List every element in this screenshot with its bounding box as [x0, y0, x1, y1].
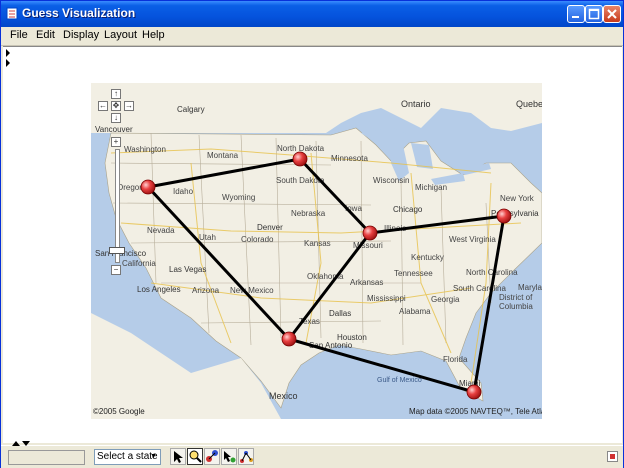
status-bar: Select a state ▼: [1, 441, 623, 468]
edge-tool-button[interactable]: [221, 448, 237, 465]
graph-edge[interactable]: [472, 215, 506, 393]
graph-overlay: [140, 151, 512, 400]
pan-down-button[interactable]: ↓: [111, 113, 121, 123]
graph-node-oregon[interactable]: [140, 179, 156, 195]
menu-file[interactable]: File: [10, 29, 28, 41]
zoom-out-button[interactable]: −: [111, 265, 121, 275]
menu-display[interactable]: Display: [63, 29, 99, 41]
menu-help[interactable]: Help: [142, 29, 165, 41]
chevron-down-icon: ▼: [150, 453, 157, 460]
graph-node-pennsylvania[interactable]: [496, 208, 512, 224]
splitter-arrows-icon[interactable]: [5, 49, 13, 67]
window-title: Guess Visualization: [22, 6, 136, 20]
node-edit-icon: [206, 450, 218, 462]
title-bar[interactable]: Guess Visualization: [1, 1, 623, 27]
graph-edge[interactable]: [287, 232, 372, 340]
status-field: [8, 450, 85, 465]
app-window: Guess Visualization File Edit Display La…: [0, 0, 624, 468]
menu-layout[interactable]: Layout: [104, 29, 137, 41]
menu-bar: File Edit Display Layout Help: [1, 27, 623, 46]
pan-right-button[interactable]: →: [124, 101, 134, 111]
maximize-icon: [588, 8, 600, 20]
app-icon: [6, 7, 18, 20]
zoom-in-button[interactable]: +: [111, 137, 121, 147]
zoom-slider-handle[interactable]: [109, 247, 125, 254]
minimize-button[interactable]: [567, 5, 585, 23]
state-select[interactable]: Select a state ▼: [94, 449, 161, 465]
graph-node-texas[interactable]: [281, 331, 297, 347]
map-data-credit: Map data ©2005 NAVTEQ™, Tele Atlas: [409, 407, 542, 416]
collapse-arrows-icon[interactable]: [12, 441, 32, 447]
resize-grip-icon[interactable]: [607, 451, 618, 462]
zoom-slider-track[interactable]: [115, 149, 120, 263]
menu-edit[interactable]: Edit: [36, 29, 55, 41]
graph-node-north-dakota[interactable]: [292, 151, 308, 167]
graph-edge[interactable]: [146, 185, 291, 341]
graph-node-missouri[interactable]: [362, 225, 378, 241]
edge-edit-icon: [224, 451, 236, 463]
zoom-icon: [189, 450, 202, 463]
maximize-button[interactable]: [585, 5, 603, 23]
graph-edge[interactable]: [369, 214, 505, 235]
graph-edge[interactable]: [288, 337, 475, 394]
pointer-icon: [174, 451, 183, 463]
layout-tool-button[interactable]: [238, 448, 254, 465]
pan-left-button[interactable]: ←: [98, 101, 108, 111]
node-tool-button[interactable]: [204, 448, 220, 465]
graph-edge[interactable]: [298, 157, 372, 235]
map-view[interactable]: Ontario Quebec Calgary Vancouver Mexico …: [91, 83, 542, 419]
close-button[interactable]: [603, 5, 621, 23]
minimize-icon: [572, 16, 579, 18]
pan-center-button[interactable]: ✥: [111, 101, 121, 111]
close-icon: [607, 9, 617, 19]
graph-node-florida[interactable]: [466, 384, 482, 400]
zoom-tool-button[interactable]: [187, 448, 203, 465]
graph-edge[interactable]: [147, 157, 301, 189]
layout-icon: [240, 451, 253, 463]
pan-up-button[interactable]: ↑: [111, 89, 121, 99]
pointer-tool-button[interactable]: [170, 448, 186, 465]
map-copyright: ©2005 Google: [93, 407, 145, 416]
